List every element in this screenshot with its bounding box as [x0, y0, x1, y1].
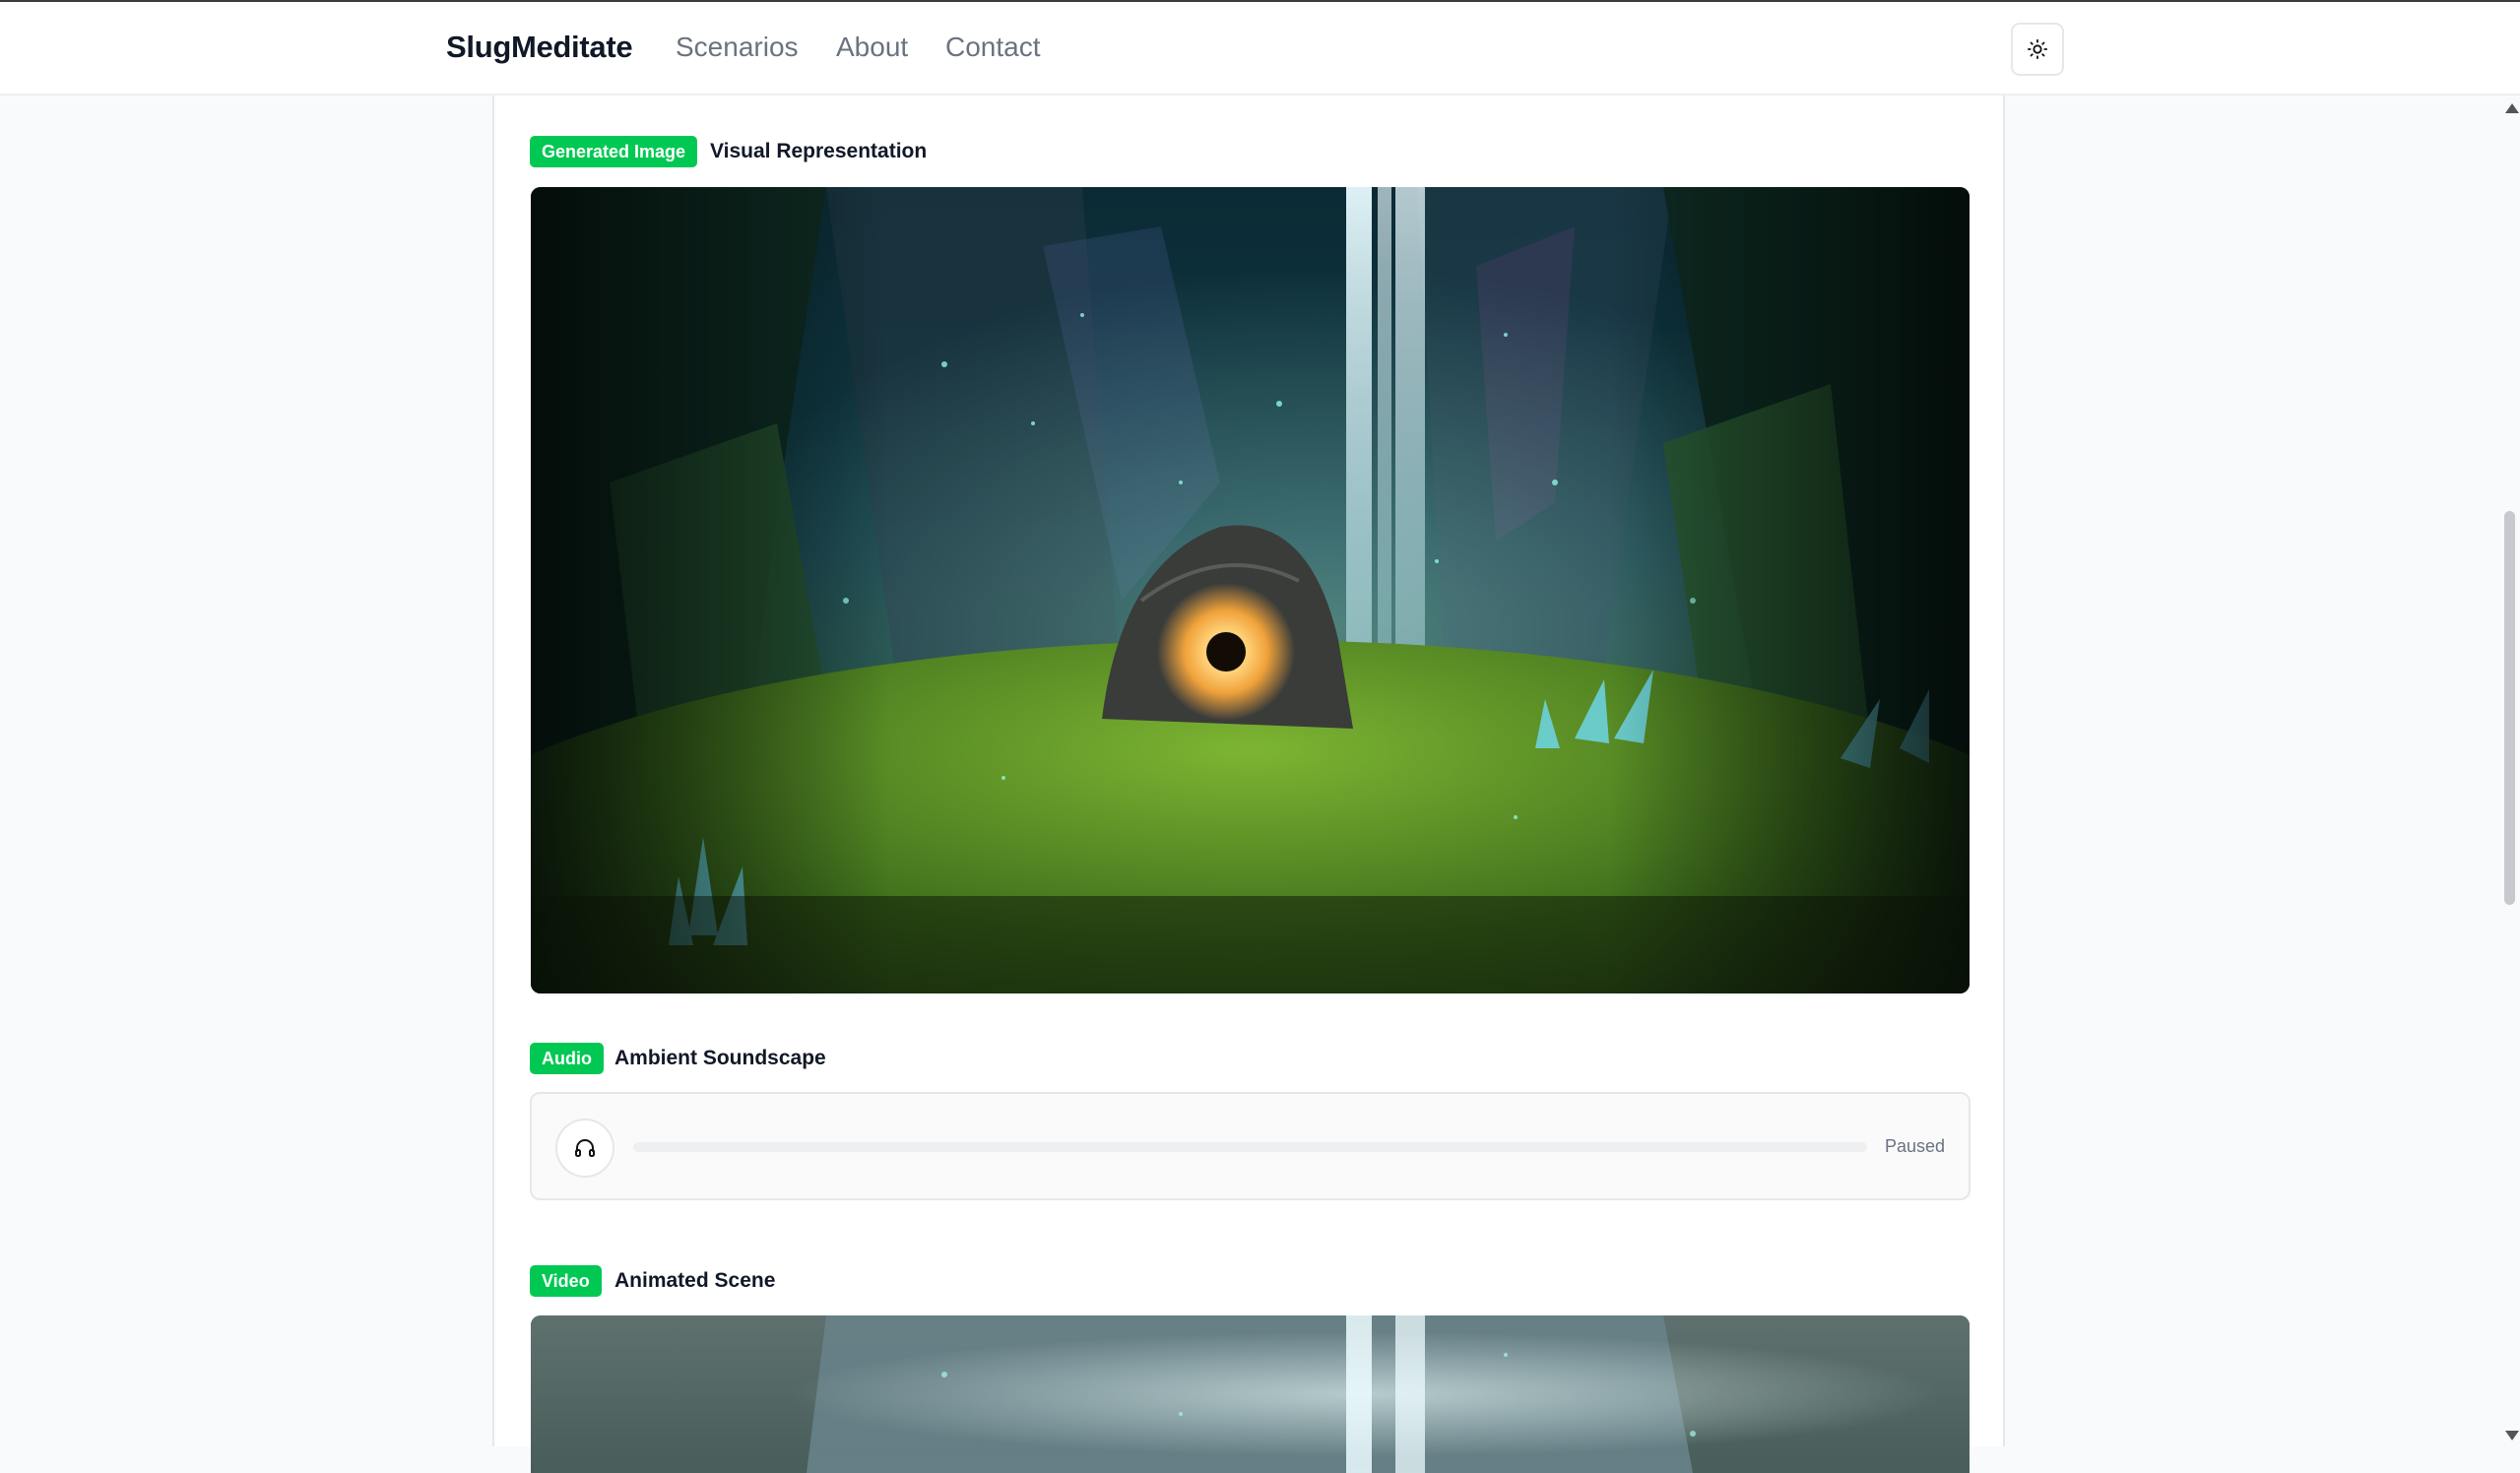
audio-play-button[interactable]	[555, 1119, 614, 1178]
generated-image-badge: Generated Image	[530, 136, 698, 167]
animated-scene-video[interactable]	[531, 1315, 1970, 1473]
audio-player: Paused	[530, 1092, 1971, 1200]
headphones-icon	[575, 1139, 595, 1157]
audio-status: Paused	[1884, 1136, 1945, 1156]
top-navbar: SlugMeditate Scenarios About Contact	[0, 2, 2520, 96]
video-badge: Video	[530, 1265, 602, 1297]
page-scrollbar[interactable]	[2500, 96, 2520, 1446]
nav-scenarios[interactable]: Scenarios	[676, 32, 799, 63]
audio-progress-track[interactable]	[633, 1142, 1867, 1152]
theme-toggle-button[interactable]	[2011, 23, 2064, 76]
nav-about[interactable]: About	[836, 32, 908, 63]
forest-portal-illustration	[531, 187, 1970, 993]
visual-representation-title: Visual Representation	[710, 140, 928, 162]
ambient-soundscape-title: Ambient Soundscape	[614, 1047, 826, 1069]
animated-scene-title: Animated Scene	[614, 1269, 776, 1292]
generated-scene-image	[531, 187, 1970, 993]
video-overlay	[531, 1315, 1970, 1473]
nav-contact[interactable]: Contact	[945, 32, 1041, 63]
audio-badge: Audio	[530, 1043, 604, 1074]
scroll-thumb[interactable]	[2504, 511, 2515, 905]
sun-icon	[2027, 38, 2048, 60]
scroll-up-arrow-icon[interactable]	[2505, 103, 2519, 113]
brand-logo[interactable]: SlugMeditate	[446, 30, 633, 65]
scroll-down-arrow-icon[interactable]	[2505, 1431, 2519, 1441]
